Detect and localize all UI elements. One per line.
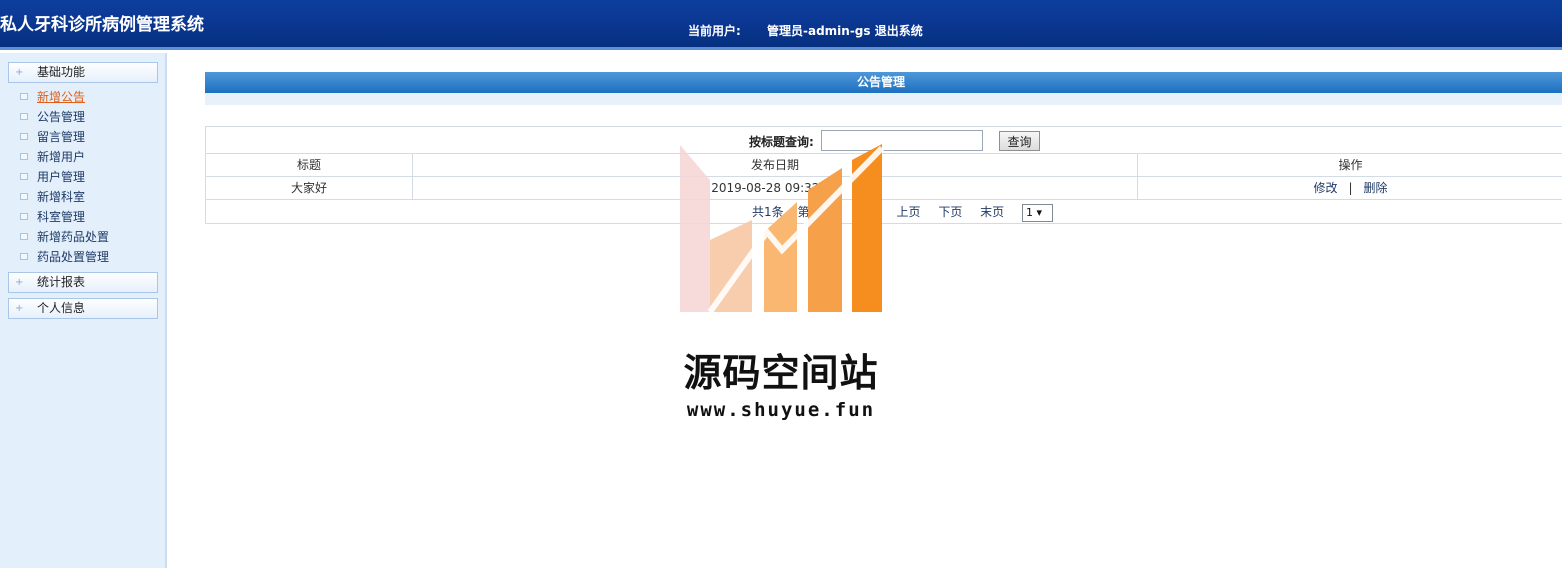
bullet-icon [20, 253, 28, 260]
sidebar-item-label: 用户管理 [37, 170, 86, 184]
expand-icon: + [15, 303, 24, 314]
sidebar-item-notice-manage[interactable]: 公告管理 [20, 108, 85, 126]
sidebar-item-add-notice[interactable]: 新增公告 [20, 88, 85, 106]
watermark-url: www.shuyue.fun [686, 399, 876, 421]
page-select[interactable]: 1 ▾ [1022, 203, 1053, 222]
bullet-icon [20, 233, 28, 240]
sidebar-item-drug-manage[interactable]: 药品处置管理 [20, 248, 109, 266]
bullet-icon [20, 153, 28, 160]
bullet-icon [20, 113, 28, 120]
watermark-bar-4 [808, 168, 842, 312]
sidebar-item-add-user[interactable]: 新增用户 [20, 148, 85, 166]
pager-last-link[interactable]: 末页 [980, 205, 1004, 219]
watermark-bar-3 [764, 202, 797, 312]
sidebar-group-reports[interactable]: + 统计报表 [8, 272, 158, 293]
column-header-actions: 操作 [1338, 158, 1363, 172]
top-header-bar: 私人牙科诊所病例管理系统 当前用户: 管理员-admin-gs 退出系统 [0, 0, 1562, 50]
bullet-icon [20, 93, 28, 100]
watermark-bar-5 [852, 144, 882, 312]
bullet-icon [20, 213, 28, 220]
cell-title: 大家好 [206, 177, 413, 199]
column-header-title: 标题 [206, 154, 413, 176]
sidebar-group-basic[interactable]: + 基础功能 [8, 62, 158, 83]
user-name: 管理员-admin-gs [767, 24, 871, 38]
sidebar-item-label: 科室管理 [37, 210, 86, 224]
app-title: 私人牙科诊所病例管理系统 [0, 15, 204, 35]
sidebar-item-add-department[interactable]: 新增科室 [20, 188, 85, 206]
bullet-icon [20, 173, 28, 180]
search-button[interactable]: 查询 [999, 131, 1040, 151]
expand-icon: + [15, 277, 24, 288]
panel-subbar [205, 93, 1562, 105]
sidebar-item-label: 新增科室 [37, 190, 86, 204]
logout-link[interactable]: 退出系统 [875, 24, 923, 38]
sidebar-group-label: 统计报表 [37, 275, 86, 289]
user-bar: 当前用户: 管理员-admin-gs 退出系统 [688, 22, 923, 39]
sidebar-item-label: 公告管理 [37, 110, 86, 124]
delete-link[interactable]: 删除 [1364, 181, 1388, 195]
watermark-title: 源码空间站 [683, 351, 879, 395]
sidebar-group-profile[interactable]: + 个人信息 [8, 298, 158, 319]
sidebar-item-label: 新增药品处置 [37, 230, 110, 244]
expand-icon: + [15, 67, 24, 78]
sidebar-item-user-manage[interactable]: 用户管理 [20, 168, 85, 186]
sidebar-group-label: 个人信息 [37, 301, 86, 315]
current-user-label: 当前用户: [688, 24, 741, 38]
sidebar-item-message-manage[interactable]: 留言管理 [20, 128, 85, 146]
watermark-bar-1 [680, 145, 710, 312]
cell-actions: 修改 | 删除 [1138, 177, 1562, 199]
sidebar-item-department-manage[interactable]: 科室管理 [20, 208, 85, 226]
sidebar-item-label: 药品处置管理 [37, 250, 110, 264]
panel-title: 公告管理 [205, 72, 1562, 93]
action-separator: | [1348, 181, 1353, 195]
edit-link[interactable]: 修改 [1313, 181, 1337, 195]
pager-next-link[interactable]: 下页 [938, 205, 962, 219]
sidebar-item-label: 新增公告 [37, 90, 86, 104]
sidebar-item-label: 新增用户 [37, 150, 86, 164]
bullet-icon [20, 133, 28, 140]
sidebar-item-add-drug[interactable]: 新增药品处置 [20, 228, 109, 246]
sidebar-group-label: 基础功能 [37, 65, 86, 79]
bullet-icon [20, 193, 28, 200]
sidebar-item-label: 留言管理 [37, 130, 86, 144]
pager-prev-link[interactable]: 上页 [896, 205, 920, 219]
sidebar: + 基础功能 新增公告 公告管理 留言管理 新增用户 用户管理 新增科室 科室管… [0, 53, 167, 568]
watermark-logo [680, 144, 885, 312]
